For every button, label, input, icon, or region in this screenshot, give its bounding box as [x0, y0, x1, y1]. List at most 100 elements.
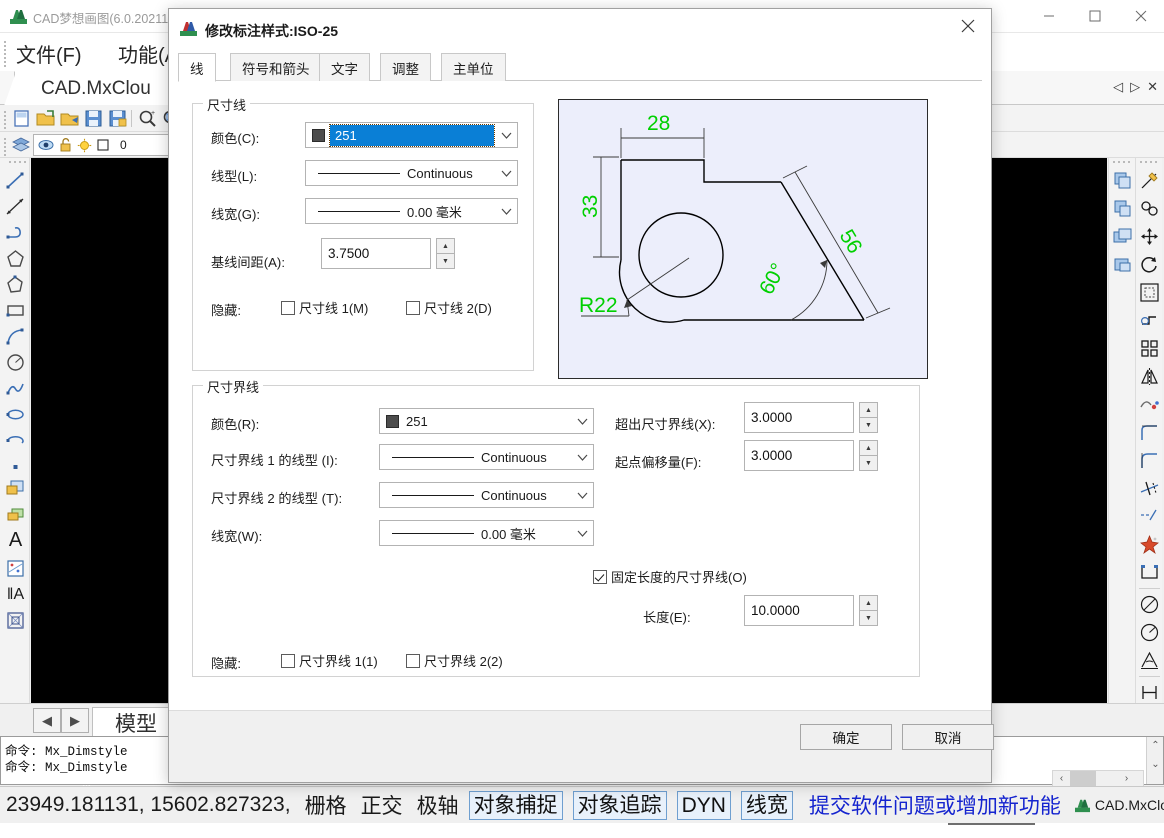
dimline-color-chevron-down-icon[interactable]: [495, 123, 517, 147]
radius-dimension-icon[interactable]: [1139, 622, 1160, 643]
hscroll-right-icon[interactable]: ›: [1118, 771, 1135, 786]
circle-icon[interactable]: [5, 352, 26, 373]
extline-1-linetype-chevron-down-icon[interactable]: [571, 445, 593, 469]
break-icon[interactable]: [1139, 562, 1160, 583]
baseline-spacing-input[interactable]: 3.7500: [321, 238, 431, 269]
arc-icon[interactable]: [5, 326, 26, 347]
tab-lines[interactable]: 线: [178, 53, 216, 82]
extend-beyond-spin-down-icon[interactable]: ▼: [859, 417, 878, 433]
extline-lineweight-chevron-down-icon[interactable]: [571, 521, 593, 545]
tab-fit[interactable]: 调整: [380, 53, 431, 81]
layers-icon[interactable]: [11, 135, 31, 154]
fixed-length-stepper[interactable]: 10.0000 ▲ ▼: [744, 595, 878, 626]
copy-offset-icon[interactable]: [1112, 198, 1133, 219]
extline-2-linetype-chevron-down-icon[interactable]: [571, 483, 593, 507]
layer-thaw-icon[interactable]: [77, 138, 92, 153]
hatch-icon[interactable]: [5, 558, 26, 579]
dialog-close-button[interactable]: [945, 9, 991, 43]
zoom-in-icon[interactable]: +: [138, 109, 158, 128]
dimline-linetype-chevron-down-icon[interactable]: [495, 161, 517, 185]
tab-text[interactable]: 文字: [319, 53, 370, 81]
spline-icon[interactable]: [5, 378, 26, 399]
hscroll-thumb[interactable]: [1070, 771, 1096, 786]
mirror-icon[interactable]: [1139, 366, 1160, 387]
baseline-spin-down-icon[interactable]: ▼: [436, 253, 455, 269]
window-maximize-button[interactable]: [1072, 0, 1118, 32]
edit-toolbar-grip[interactable]: [1140, 161, 1157, 163]
extline-lineweight-combo[interactable]: 0.00 毫米: [379, 520, 594, 546]
save-icon[interactable]: [84, 109, 104, 128]
dimline-lineweight-combo[interactable]: 0.00 毫米: [305, 198, 518, 224]
angular-dimension-icon[interactable]: [1139, 650, 1160, 671]
offset-origin-stepper[interactable]: 3.0000 ▲ ▼: [744, 440, 878, 471]
rectangle-icon[interactable]: [5, 300, 26, 321]
dimline-color-combo[interactable]: 251: [305, 122, 518, 148]
statusbar-toggle-ortho[interactable]: 正交: [361, 790, 403, 820]
save-as-icon[interactable]: [108, 109, 128, 128]
extline-2-linetype-combo[interactable]: Continuous: [379, 482, 594, 508]
fixed-length-box[interactable]: [593, 569, 607, 584]
fillet-icon[interactable]: [1139, 422, 1160, 443]
duplicate-icon[interactable]: [1112, 226, 1133, 247]
extend-beyond-spin-buttons[interactable]: ▲ ▼: [859, 402, 878, 433]
layer-on-icon[interactable]: [38, 138, 55, 153]
horizontal-scrollbar[interactable]: ‹ ›: [1052, 770, 1144, 787]
new-file-icon[interactable]: [12, 109, 32, 128]
match-properties-icon[interactable]: [1139, 170, 1160, 191]
offset-origin-spin-up-icon[interactable]: ▲: [859, 440, 878, 455]
fixed-length-spin-down-icon[interactable]: ▼: [859, 610, 878, 626]
layout-next-button[interactable]: ▶: [61, 708, 89, 733]
baseline-spin-up-icon[interactable]: ▲: [436, 238, 455, 253]
layer-unlock-icon[interactable]: [59, 137, 73, 153]
doc-prev-icon[interactable]: ◁: [1113, 79, 1123, 95]
open-file-icon[interactable]: [36, 109, 56, 128]
cancel-button[interactable]: 取消: [902, 724, 994, 750]
fixed-length-spin-up-icon[interactable]: ▲: [859, 595, 878, 610]
menubar-grip[interactable]: [4, 39, 8, 67]
insert-image-icon[interactable]: [5, 610, 26, 631]
statusbar-toggle-polar[interactable]: 极轴: [417, 790, 459, 820]
ellipse-arc-icon[interactable]: [5, 430, 26, 451]
diameter-dimension-icon[interactable]: [1139, 594, 1160, 615]
single-text-icon[interactable]: A: [5, 529, 26, 551]
modify-toolbar-grip[interactable]: [1113, 161, 1130, 163]
fixed-length-input[interactable]: 10.0000: [744, 595, 854, 626]
point-icon[interactable]: [5, 456, 26, 477]
fixed-length-spin-buttons[interactable]: ▲ ▼: [859, 595, 878, 626]
extline-color-chevron-down-icon[interactable]: [571, 409, 593, 433]
construction-line-icon[interactable]: [5, 196, 26, 217]
hide-extline-1-checkbox[interactable]: 尺寸界线 1(1): [281, 651, 378, 670]
insert-block-icon[interactable]: [5, 478, 26, 499]
hide-extline-1-box[interactable]: [281, 653, 295, 668]
statusbar-toggle-grid[interactable]: 栅格: [305, 790, 347, 820]
open-cloud-file-icon[interactable]: [60, 109, 80, 128]
statusbar-toggle-dyn[interactable]: DYN: [676, 790, 731, 820]
statusbar-toggle-lineweight[interactable]: 线宽: [740, 790, 793, 820]
polygon-icon[interactable]: [5, 248, 26, 269]
extline-1-linetype-combo[interactable]: Continuous: [379, 444, 594, 470]
fixed-length-checkbox[interactable]: 固定长度的尺寸界线(O): [593, 567, 747, 586]
paste-icon[interactable]: [1112, 254, 1133, 275]
rotate-icon[interactable]: [1139, 254, 1160, 275]
layer-toolbar-grip[interactable]: [4, 136, 8, 156]
offset-origin-input[interactable]: 3.0000: [744, 440, 854, 471]
statusbar-toggle-osnap[interactable]: 对象捕捉: [468, 790, 563, 820]
move-icon[interactable]: [1139, 226, 1160, 247]
polyline-icon[interactable]: [5, 222, 26, 243]
window-minimize-button[interactable]: [1026, 0, 1072, 32]
command-scroll-down-icon[interactable]: ⌄: [1147, 756, 1163, 773]
ok-button[interactable]: 确定: [800, 724, 892, 750]
layout-tab-model[interactable]: 模型: [92, 707, 172, 737]
layer-color-icon[interactable]: [96, 138, 110, 152]
doc-next-icon[interactable]: ▷: [1130, 79, 1140, 95]
multiline-text-icon[interactable]: ǁA: [5, 584, 26, 605]
copy-icon[interactable]: [1112, 170, 1133, 191]
baseline-spacing-stepper[interactable]: 3.7500 ▲ ▼: [321, 238, 455, 269]
draw-toolbar-grip[interactable]: [9, 161, 26, 163]
line-icon[interactable]: [5, 170, 26, 191]
stretch-icon[interactable]: [1139, 310, 1160, 331]
baseline-spacing-spin-buttons[interactable]: ▲ ▼: [436, 238, 455, 269]
chain-link-icon[interactable]: [1139, 198, 1160, 219]
document-tab-cad-mxcloud[interactable]: CAD.MxClou: [4, 71, 170, 106]
dimline-lineweight-chevron-down-icon[interactable]: [495, 199, 517, 223]
